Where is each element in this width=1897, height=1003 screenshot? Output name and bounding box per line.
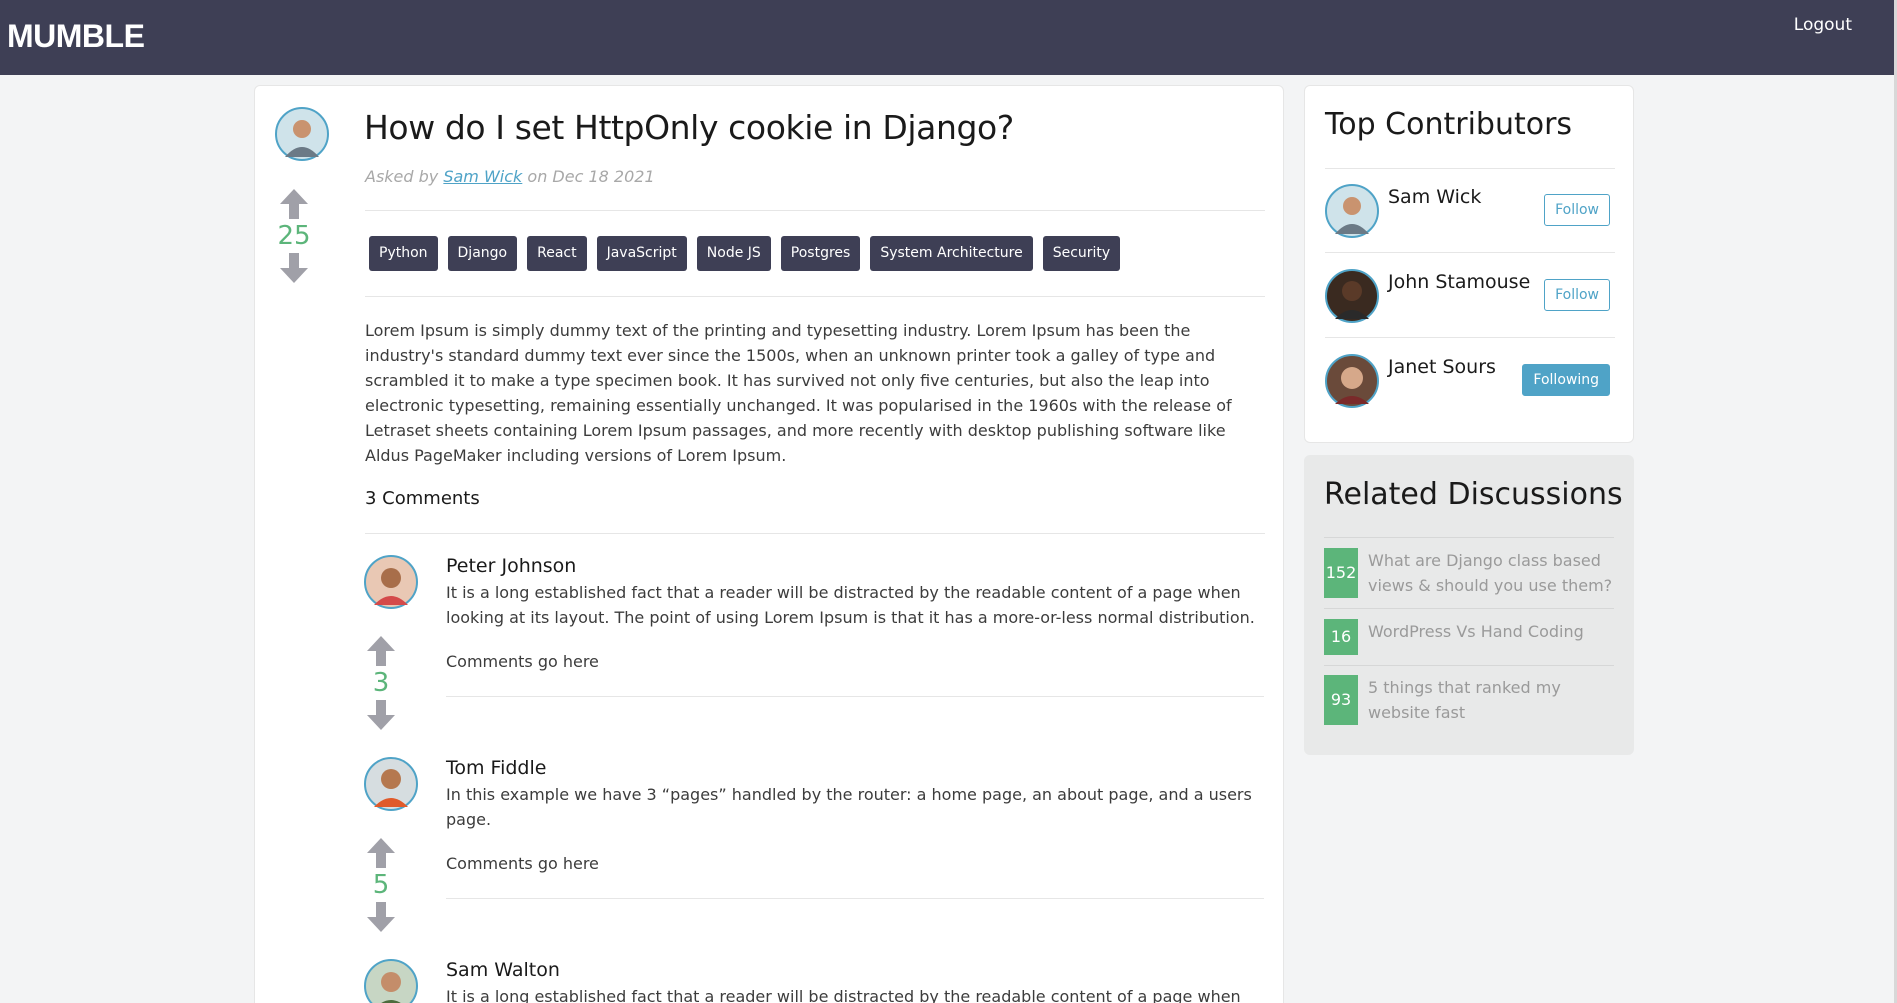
question-body: Lorem Ipsum is simply dummy text of the … [365,321,1232,465]
contributor-avatar[interactable] [1325,354,1379,408]
related-link[interactable]: 5 things that ranked my website fast [1368,675,1614,725]
upvote-arrow-icon[interactable] [279,188,309,220]
tag-python[interactable]: Python [369,236,438,271]
brand-logo[interactable]: MUMBLE [7,18,145,55]
question-date: on Dec 18 2021 [522,167,655,186]
comment-text: It is a long established fact that a rea… [446,583,1255,627]
commenter-name[interactable]: Peter Johnson [446,555,576,577]
commenter-name[interactable]: Sam Walton [446,959,560,981]
question-author-avatar[interactable] [275,107,329,161]
divider [1324,665,1614,666]
contributor-avatar[interactable] [1325,184,1379,238]
top-contributors-title: Top Contributors [1325,107,1573,142]
question-vote-widget: 25 [274,188,314,284]
downvote-arrow-icon[interactable] [279,252,309,284]
divider [446,696,1264,697]
comments-count: 3 Comments [365,488,480,509]
comment-vote-widget: 5 [364,837,398,933]
comment-item: Peter Johnson It is a long established f… [364,555,1264,745]
tag-list: Python Django React JavaScript Node JS P… [369,236,1121,271]
question-meta: Asked by Sam Wick on Dec 18 2021 [365,167,655,186]
commenter-avatar[interactable] [364,757,418,811]
comment-vote-count: 5 [372,870,390,900]
upvote-arrow-icon[interactable] [366,635,396,667]
comment-item: Tom Fiddle In this example we have 3 “pa… [364,757,1264,947]
question-author-link[interactable]: Sam Wick [443,167,522,186]
following-button[interactable]: Following [1522,364,1610,396]
top-navbar: MUMBLE Logout [0,0,1897,75]
contributor-item: John Stamouse Follow [1325,269,1615,325]
related-link[interactable]: WordPress Vs Hand Coding [1368,619,1614,644]
contributor-name[interactable]: Sam Wick [1388,186,1481,208]
commenter-name[interactable]: Tom Fiddle [446,757,546,779]
related-count-badge: 93 [1324,675,1358,725]
asked-by-label: Asked by [365,167,444,186]
contributor-name[interactable]: John Stamouse [1388,271,1530,293]
comment-replies: Comments go here [446,652,599,671]
divider [1325,168,1615,169]
tag-django[interactable]: Django [447,236,518,271]
tag-react[interactable]: React [527,236,587,271]
related-count-badge: 16 [1324,619,1358,655]
tag-security[interactable]: Security [1042,236,1121,271]
commenter-avatar[interactable] [364,959,418,1003]
contributor-name[interactable]: Janet Sours [1388,356,1496,378]
question-title: How do I set HttpOnly cookie in Django? [364,108,1014,147]
comment-text: It is a long established fact that a rea… [446,987,1241,1003]
contributor-item: Sam Wick Follow [1325,184,1615,240]
related-discussions-panel: Related Discussions 152 What are Django … [1304,455,1634,755]
commenter-avatar[interactable] [364,555,418,609]
comment-replies: Comments go here [446,854,599,873]
divider [1324,537,1614,538]
divider [1325,337,1615,338]
comment-vote-count: 3 [372,668,390,698]
downvote-arrow-icon[interactable] [366,901,396,933]
related-link[interactable]: What are Django class based views & shou… [1368,548,1614,598]
divider [1324,608,1614,609]
divider [365,533,1265,534]
upvote-arrow-icon[interactable] [366,837,396,869]
divider [365,210,1265,211]
question-vote-count: 25 [277,221,311,251]
tag-nodejs[interactable]: Node JS [696,236,771,271]
follow-button[interactable]: Follow [1544,279,1610,311]
comment-vote-widget: 3 [364,635,398,731]
divider [446,898,1264,899]
tag-javascript[interactable]: JavaScript [596,236,687,271]
divider [1325,252,1615,253]
top-contributors-panel: Top Contributors Sam Wick Follow John St… [1304,85,1634,443]
related-discussions-title: Related Discussions [1324,477,1623,512]
tag-system-architecture[interactable]: System Architecture [870,236,1033,271]
downvote-arrow-icon[interactable] [366,699,396,731]
comment-text: In this example we have 3 “pages” handle… [446,785,1252,829]
contributor-item: Janet Sours Following [1325,354,1615,410]
divider [365,296,1265,297]
follow-button[interactable]: Follow [1544,194,1610,226]
related-count-badge: 152 [1324,548,1358,598]
logout-link[interactable]: Logout [1794,15,1852,35]
contributor-avatar[interactable] [1325,269,1379,323]
comment-item: Sam Walton It is a long established fact… [364,959,1264,1003]
tag-postgres[interactable]: Postgres [780,236,861,271]
question-card: 25 How do I set HttpOnly cookie in Djang… [254,85,1284,1003]
